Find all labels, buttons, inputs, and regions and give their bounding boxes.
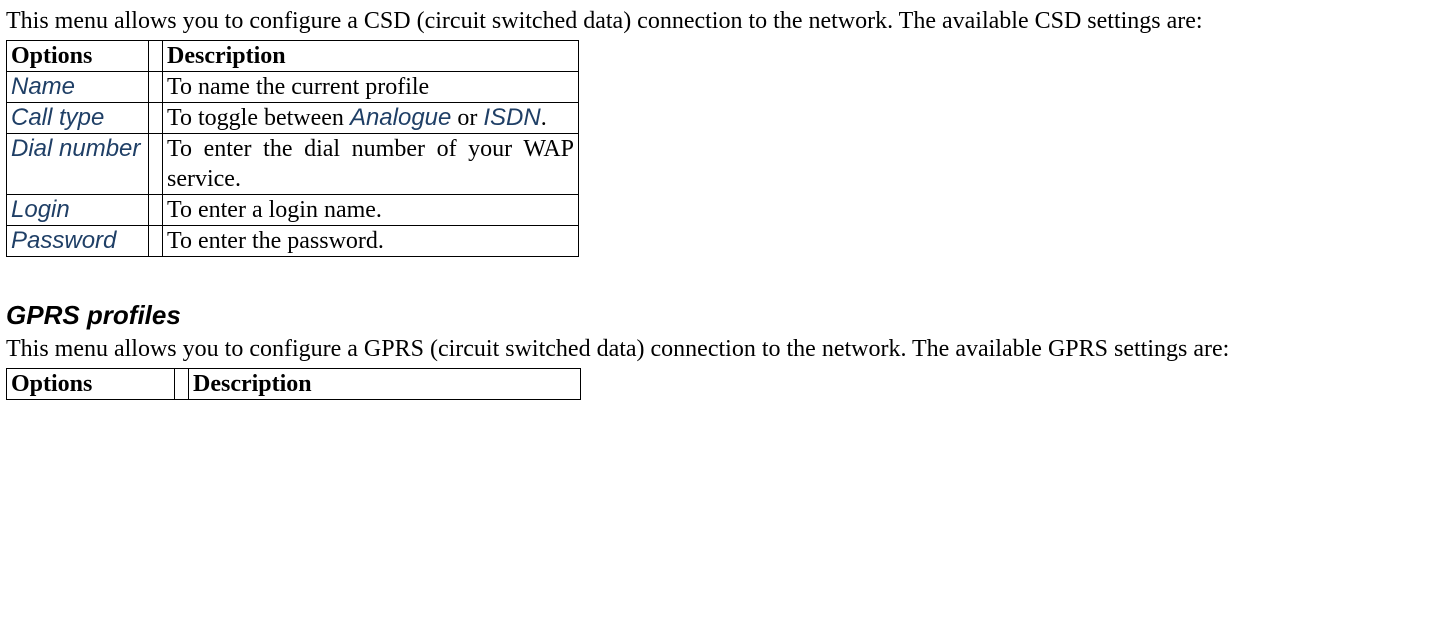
option-cell: Name xyxy=(7,72,149,103)
option-cell: Call type xyxy=(7,103,149,134)
desc-text: . xyxy=(541,105,547,131)
gprs-heading: GPRS profiles xyxy=(6,299,1448,332)
inline-term-analogue: Analogue xyxy=(350,104,451,131)
table-header-row: Options Description xyxy=(7,41,579,72)
gprs-intro: This menu allows you to configure a GPRS… xyxy=(6,334,1448,364)
table-row: Name To name the current profile xyxy=(7,72,579,103)
gap-cell xyxy=(149,134,163,195)
option-term-login: Login xyxy=(11,196,70,223)
desc-cell: To name the current profile xyxy=(163,72,579,103)
desc-cell: To enter the dial number of your WAP ser… xyxy=(163,134,579,195)
gap-cell xyxy=(149,103,163,134)
option-cell: Dial number xyxy=(7,134,149,195)
option-term-name: Name xyxy=(11,73,75,100)
csd-intro: This menu allows you to configure a CSD … xyxy=(6,6,1448,36)
desc-cell-calltype: To toggle between Analogue or ISDN. xyxy=(163,103,579,134)
inline-term-isdn: ISDN xyxy=(483,104,540,131)
gap-cell xyxy=(149,72,163,103)
desc-text: or xyxy=(451,105,483,131)
gprs-settings-table: Options Description xyxy=(6,368,581,400)
option-cell: Login xyxy=(7,195,149,226)
gap-cell xyxy=(149,195,163,226)
gap-cell xyxy=(149,226,163,257)
option-cell: Password xyxy=(7,226,149,257)
option-term-password: Password xyxy=(11,227,116,254)
table-row: Password To enter the password. xyxy=(7,226,579,257)
desc-cell: To enter the password. xyxy=(163,226,579,257)
table-row: Dial number To enter the dial number of … xyxy=(7,134,579,195)
header-gap xyxy=(149,41,163,72)
desc-text: To toggle between xyxy=(167,105,350,131)
header-options: Options xyxy=(7,368,175,399)
option-term-calltype: Call type xyxy=(11,104,104,131)
csd-settings-table: Options Description Name To name the cur… xyxy=(6,40,579,257)
table-row: Login To enter a login name. xyxy=(7,195,579,226)
header-gap xyxy=(175,368,189,399)
header-description: Description xyxy=(189,368,581,399)
header-options: Options xyxy=(7,41,149,72)
header-description: Description xyxy=(163,41,579,72)
table-row: Call type To toggle between Analogue or … xyxy=(7,103,579,134)
option-term-dialnumber: Dial number xyxy=(11,135,140,162)
desc-cell: To enter a login name. xyxy=(163,195,579,226)
table-header-row: Options Description xyxy=(7,368,581,399)
